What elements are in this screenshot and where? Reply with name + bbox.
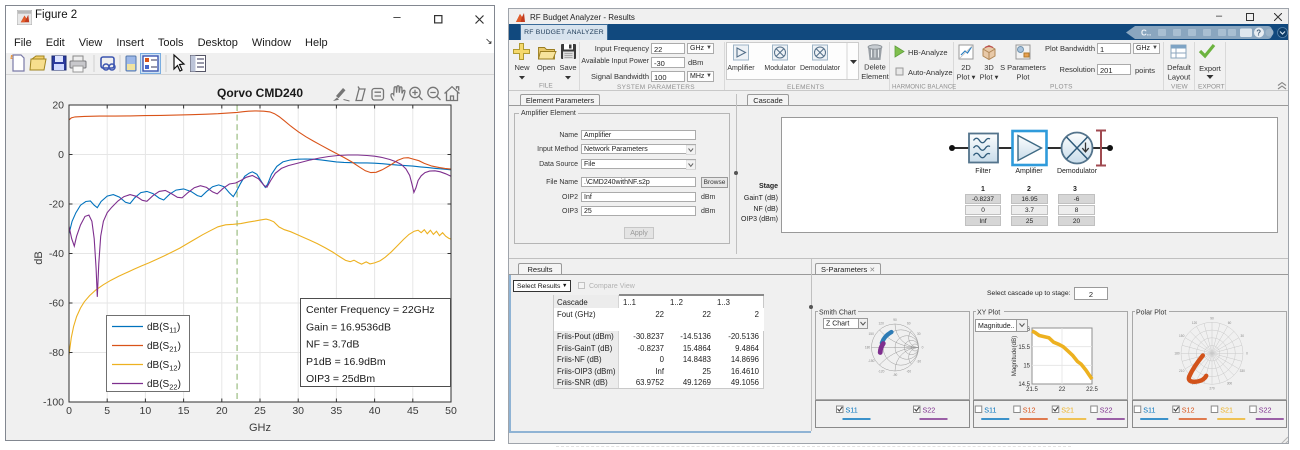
svg-text:120: 120 (1192, 321, 1198, 325)
svg-text:Delete: Delete (864, 63, 886, 72)
svg-text:35: 35 (331, 405, 343, 417)
svg-text:270: 270 (1209, 386, 1215, 390)
svg-text:150: 150 (1179, 334, 1185, 338)
svg-text:40: 40 (369, 405, 381, 417)
svg-text:Polar Plot: Polar Plot (1136, 310, 1166, 317)
svg-text:FILE: FILE (539, 83, 553, 90)
svg-text:VIEW: VIEW (1171, 84, 1188, 91)
svg-text:Smith Chart: Smith Chart (819, 310, 856, 317)
svg-text:-20: -20 (49, 199, 64, 211)
svg-text:S11: S11 (984, 406, 996, 415)
svg-text:5: 5 (104, 405, 110, 417)
svg-text:Export: Export (1199, 64, 1222, 73)
svg-text:S11: S11 (846, 406, 858, 415)
svg-text:330: 330 (1240, 369, 1246, 373)
svg-text:Filter: Filter (975, 168, 991, 175)
svg-text:90: 90 (893, 318, 897, 322)
svg-text:Demodulator: Demodulator (800, 65, 841, 72)
svg-text:HARMONIC BALANCE: HARMONIC BALANCE (892, 84, 956, 91)
svg-text:dB: dB (33, 251, 45, 264)
svg-text:-90: -90 (893, 373, 898, 377)
svg-text:30: 30 (1241, 334, 1245, 338)
svg-text:S22: S22 (1100, 406, 1113, 415)
svg-text:HB-Analyze: HB-Analyze (908, 48, 948, 57)
svg-text:P1dB = 16.9dBm: P1dB = 16.9dBm (306, 356, 386, 368)
svg-text:-150: -150 (868, 359, 875, 363)
svg-text:-120: -120 (878, 369, 885, 373)
svg-text:20: 20 (216, 405, 228, 417)
svg-text:Gain = 16.9536dB: Gain = 16.9536dB (306, 321, 391, 333)
svg-text:S21: S21 (1061, 406, 1074, 415)
svg-text:Auto-Analyze: Auto-Analyze (908, 68, 953, 77)
svg-text:-100: -100 (43, 397, 64, 409)
svg-text:C..: C.. (1141, 29, 1151, 38)
svg-text:15.5: 15.5 (1018, 345, 1030, 351)
svg-text:-60: -60 (49, 298, 64, 310)
svg-text:GHz: GHz (249, 422, 271, 434)
svg-text:-80: -80 (49, 347, 64, 359)
svg-text:Plot ▾: Plot ▾ (980, 73, 999, 82)
svg-text:NF = 3.7dB: NF = 3.7dB (306, 339, 359, 351)
svg-text:XY Plot: XY Plot (977, 310, 1000, 317)
svg-text:0: 0 (58, 149, 64, 161)
svg-text:S11: S11 (1143, 406, 1155, 415)
svg-text:S12: S12 (1023, 406, 1036, 415)
svg-text:180: 180 (1174, 351, 1180, 355)
svg-text:-30: -30 (916, 359, 921, 363)
svg-text:Magnitude..: Magnitude.. (978, 323, 1015, 330)
svg-text:60: 60 (1228, 321, 1232, 325)
svg-text:90: 90 (1210, 316, 1214, 320)
svg-text:10: 10 (140, 405, 152, 417)
svg-text:S22: S22 (923, 406, 936, 415)
svg-text:Qorvo CMD240: Qorvo CMD240 (217, 86, 303, 100)
svg-text:Open: Open (537, 63, 555, 72)
svg-text:15: 15 (1023, 364, 1030, 370)
svg-text:2: 2 (1027, 186, 1031, 193)
svg-text:Z Chart: Z Chart (826, 321, 849, 328)
svg-text:-60: -60 (906, 369, 911, 373)
svg-text:Demodulator: Demodulator (1057, 168, 1098, 175)
svg-text:210: 210 (1179, 369, 1185, 373)
svg-text:2D: 2D (961, 63, 971, 72)
svg-text:3: 3 (1073, 186, 1077, 193)
svg-text:?: ? (1256, 28, 1261, 37)
svg-text:Amplifier: Amplifier (1015, 168, 1043, 175)
svg-text:1: 1 (981, 186, 985, 193)
svg-text:0: 0 (1246, 351, 1248, 355)
svg-text:20: 20 (52, 100, 64, 112)
svg-text:50: 50 (445, 405, 457, 417)
svg-text:30: 30 (292, 405, 304, 417)
svg-text:-40: -40 (49, 248, 64, 260)
svg-text:Center Frequency = 22GHz: Center Frequency = 22GHz (306, 304, 435, 316)
svg-text:EXPORT: EXPORT (1198, 84, 1225, 91)
svg-text:Amplifier: Amplifier (727, 65, 755, 72)
svg-text:14.5: 14.5 (1018, 382, 1030, 388)
svg-text:150: 150 (869, 332, 875, 336)
svg-text:30: 30 (917, 332, 921, 336)
svg-text:22: 22 (1059, 387, 1066, 393)
svg-text:PLOTS: PLOTS (1050, 84, 1073, 91)
svg-text:3D: 3D (984, 63, 994, 72)
svg-text:Magnitude(dB): Magnitude(dB) (1011, 336, 1018, 377)
svg-text:0: 0 (66, 405, 72, 417)
svg-text:120: 120 (879, 322, 885, 326)
svg-text:25: 25 (254, 405, 266, 417)
svg-text:22.5: 22.5 (1086, 387, 1098, 393)
svg-text:New: New (514, 63, 530, 72)
svg-text:180: 180 (865, 346, 871, 350)
svg-text:Modulator: Modulator (764, 65, 796, 72)
svg-text:S12: S12 (1182, 406, 1195, 415)
svg-text:45: 45 (407, 405, 419, 417)
svg-text:15: 15 (178, 405, 190, 417)
svg-text:S21: S21 (1220, 406, 1233, 415)
svg-text:Layout: Layout (1168, 73, 1191, 82)
svg-text:S22: S22 (1259, 406, 1272, 415)
svg-text:Plot ▾: Plot ▾ (957, 73, 976, 82)
svg-text:60: 60 (907, 322, 911, 326)
svg-text:Element: Element (861, 72, 889, 81)
svg-text:300: 300 (1227, 382, 1233, 386)
svg-text:OIP3 = 25dBm: OIP3 = 25dBm (306, 373, 375, 385)
svg-text:Default: Default (1167, 63, 1192, 72)
svg-text:0: 0 (922, 346, 924, 350)
